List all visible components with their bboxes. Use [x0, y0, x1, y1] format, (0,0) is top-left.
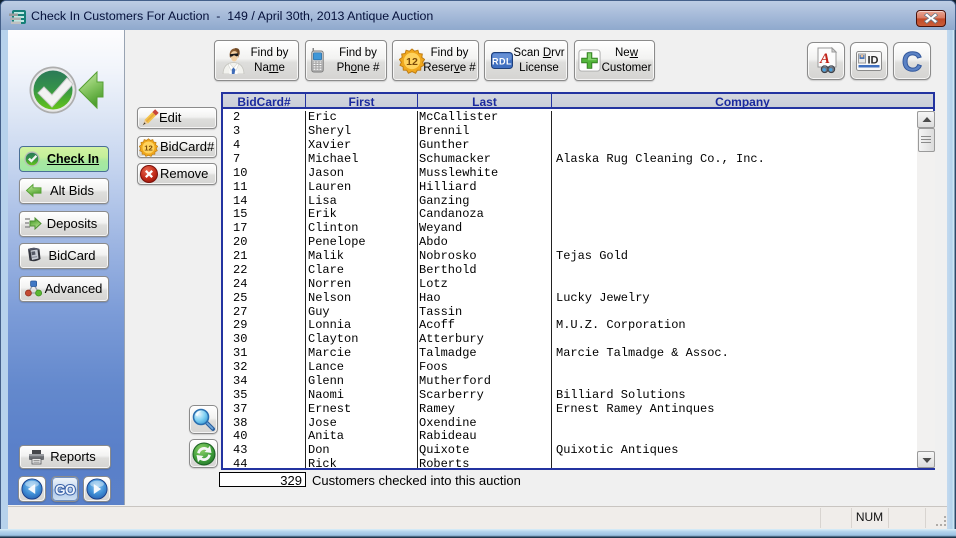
svg-text:C: C — [902, 47, 922, 75]
svg-text:GO: GO — [55, 483, 75, 498]
svg-text:ID: ID — [868, 55, 879, 67]
svg-text:A: A — [819, 51, 830, 67]
svg-text:RDL: RDL — [492, 57, 512, 67]
svg-text:12: 12 — [406, 56, 418, 68]
